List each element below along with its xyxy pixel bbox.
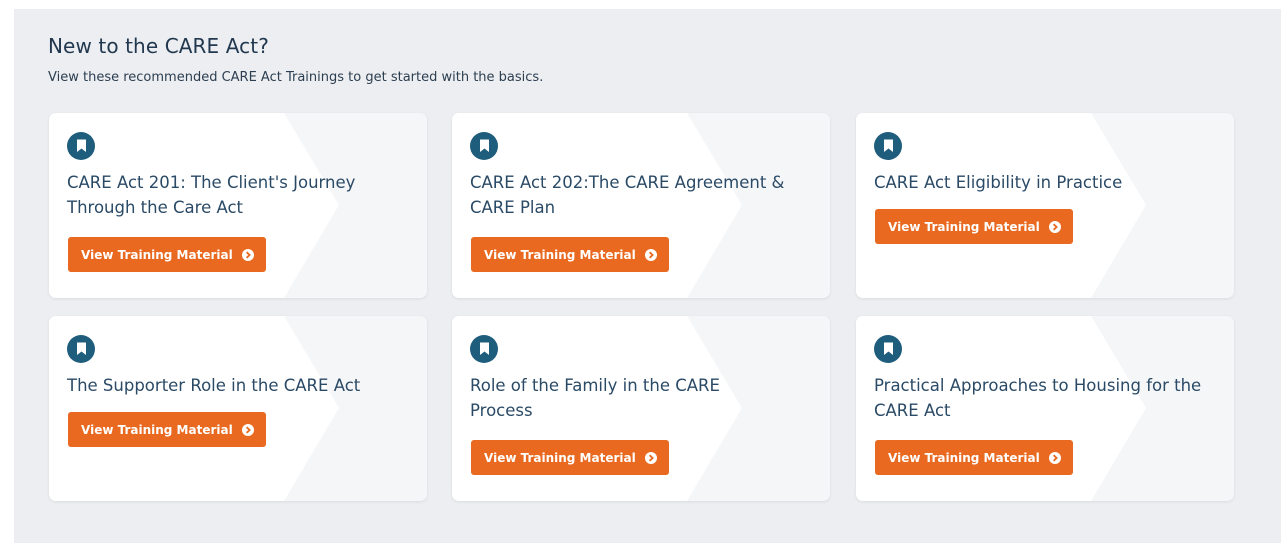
card-chevron-decoration <box>856 113 1146 298</box>
training-card-eligibility: CARE Act Eligibility in Practice View Tr… <box>856 113 1234 298</box>
card-title: Role of the Family in the CARE Process <box>470 376 720 420</box>
view-training-material-button[interactable]: View Training Material <box>875 209 1073 244</box>
button-label: View Training Material <box>81 422 233 437</box>
view-training-material-button[interactable]: View Training Material <box>875 440 1073 475</box>
view-training-material-button[interactable]: View Training Material <box>471 237 669 272</box>
training-card-client-journey: CARE Act 201: The Client's Journey Throu… <box>49 113 427 298</box>
arrow-circle-right-icon <box>1048 451 1061 464</box>
bookmark-icon <box>67 335 95 363</box>
button-label: View Training Material <box>484 247 636 262</box>
button-label: View Training Material <box>484 450 636 465</box>
button-label: View Training Material <box>888 450 1040 465</box>
section-title: New to the CARE Act? <box>48 34 269 58</box>
bookmark-icon <box>67 132 95 160</box>
card-title: CARE Act Eligibility in Practice <box>874 173 1123 192</box>
training-card-supporter-role: The Supporter Role in the CARE Act View … <box>49 316 427 501</box>
training-card-family-role: Role of the Family in the CARE Process V… <box>452 316 830 501</box>
training-card-housing: Practical Approaches to Housing for the … <box>856 316 1234 501</box>
bookmark-icon <box>470 132 498 160</box>
bookmark-icon <box>874 335 902 363</box>
training-panel: New to the CARE Act? View these recommen… <box>14 9 1281 543</box>
button-label: View Training Material <box>888 219 1040 234</box>
training-card-care-agreement: CARE Act 202:The CARE Agreement & CARE P… <box>452 113 830 298</box>
arrow-circle-right-icon <box>1048 220 1061 233</box>
card-title: CARE Act 202:The CARE Agreement & CARE P… <box>470 173 785 217</box>
card-title: The Supporter Role in the CARE Act <box>67 376 361 395</box>
view-training-material-button[interactable]: View Training Material <box>68 412 266 447</box>
view-training-material-button[interactable]: View Training Material <box>471 440 669 475</box>
arrow-circle-right-icon <box>241 248 254 261</box>
arrow-circle-right-icon <box>241 423 254 436</box>
card-title: CARE Act 201: The Client's Journey Throu… <box>67 173 356 217</box>
bookmark-icon <box>874 132 902 160</box>
card-chevron-decoration <box>49 316 339 501</box>
button-label: View Training Material <box>81 247 233 262</box>
arrow-circle-right-icon <box>644 248 657 261</box>
card-title: Practical Approaches to Housing for the … <box>874 376 1202 420</box>
view-training-material-button[interactable]: View Training Material <box>68 237 266 272</box>
section-subtitle: View these recommended CARE Act Training… <box>48 70 544 85</box>
bookmark-icon <box>470 335 498 363</box>
arrow-circle-right-icon <box>644 451 657 464</box>
